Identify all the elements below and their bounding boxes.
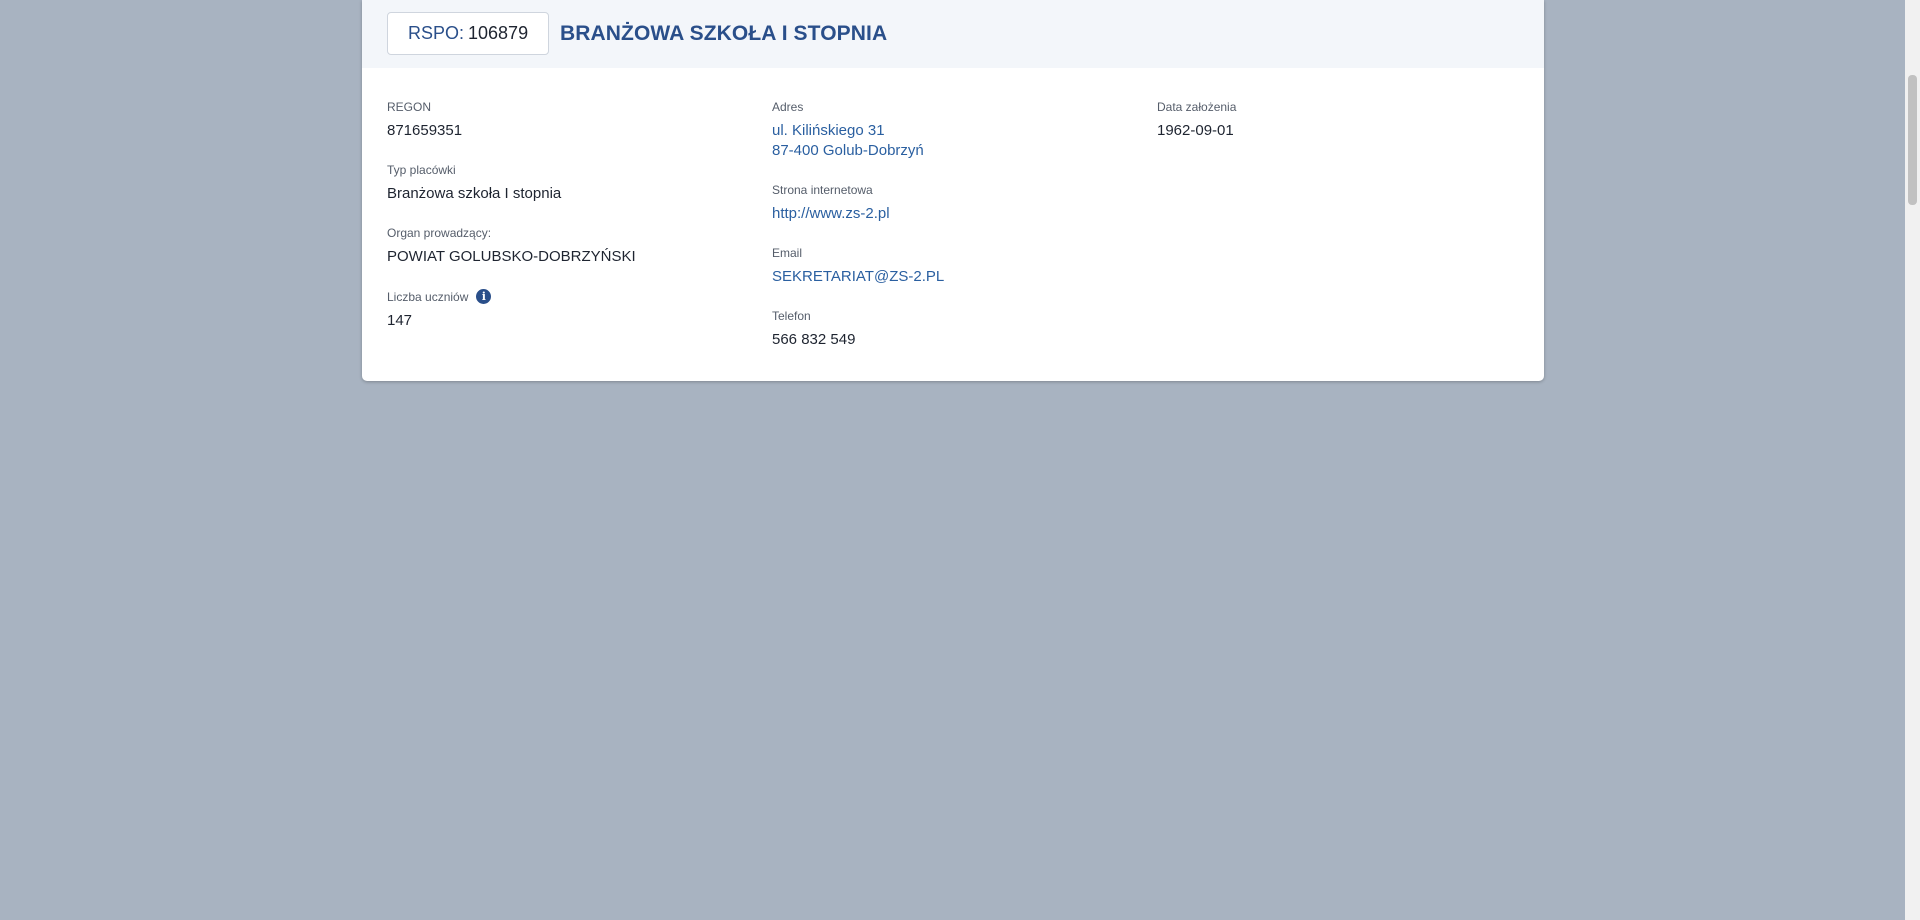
email-label: Email xyxy=(772,246,803,260)
liczba-uczniow-field: Liczba uczniów i 147 xyxy=(387,289,492,331)
organ-prowadzacy-value: POWIAT GOLUBSKO-DOBRZYŃSKI xyxy=(387,248,636,265)
strona-link[interactable]: http://www.zs-2.pl xyxy=(772,204,890,224)
school-title: BRANŻOWA SZKOŁA I STOPNIA xyxy=(560,22,888,45)
regon-value: 871659351 xyxy=(387,122,463,139)
school-details-card: RSPO: 106879 BRANŻOWA SZKOŁA I STOPNIA R… xyxy=(362,0,1544,381)
email-link[interactable]: SEKRETARIAT@ZS-2.PL xyxy=(772,267,944,287)
telefon-field: Telefon 566 832 549 xyxy=(772,309,855,350)
typ-placowki-field: Typ placówki Branżowa szkoła I stopnia xyxy=(387,163,561,204)
typ-placowki-label: Typ placówki xyxy=(387,163,456,177)
data-zalozenia-field: Data założenia 1962-09-01 xyxy=(1157,100,1236,141)
liczba-uczniow-label: Liczba uczniów xyxy=(387,289,469,304)
strona-field: Strona internetowa http://www.zs-2.pl xyxy=(772,183,890,224)
card-header: RSPO: 106879 BRANŻOWA SZKOŁA I STOPNIA xyxy=(362,0,1544,68)
page: RSPO: 106879 BRANŻOWA SZKOŁA I STOPNIA R… xyxy=(0,0,1920,920)
regon-field: REGON 871659351 xyxy=(387,100,462,141)
scrollbar-thumb[interactable] xyxy=(1908,75,1917,205)
data-zalozenia-value: 1962-09-01 xyxy=(1157,122,1234,139)
info-icon[interactable]: i xyxy=(476,289,492,304)
adres-link[interactable]: ul. Kilińskiego 31 87-400 Golub-Dobrzyń xyxy=(772,121,924,161)
vertical-scrollbar[interactable] xyxy=(1905,0,1920,920)
email-field: Email SEKRETARIAT@ZS-2.PL xyxy=(772,246,944,287)
typ-placowki-value: Branżowa szkoła I stopnia xyxy=(387,185,562,202)
rspo-badge: RSPO: 106879 xyxy=(387,12,550,55)
rspo-label: RSPO: xyxy=(408,23,465,43)
strona-label: Strona internetowa xyxy=(772,183,873,197)
telefon-label: Telefon xyxy=(772,309,811,323)
liczba-uczniow-value: 147 xyxy=(387,312,413,329)
liczba-uczniow-label-row: Liczba uczniów i xyxy=(387,289,492,304)
adres-line-1: ul. Kilińskiego 31 xyxy=(772,122,885,139)
data-zalozenia-label: Data założenia xyxy=(1157,100,1237,114)
adres-label: Adres xyxy=(772,100,804,114)
telefon-value: 566 832 549 xyxy=(772,331,856,348)
regon-label: REGON xyxy=(387,100,432,114)
organ-prowadzacy-label: Organ prowadzący: xyxy=(387,226,492,240)
adres-field: Adres ul. Kilińskiego 31 87-400 Golub-Do… xyxy=(772,100,924,161)
rspo-value: 106879 xyxy=(468,23,529,43)
organ-prowadzacy-field: Organ prowadzący: POWIAT GOLUBSKO-DOBRZY… xyxy=(387,226,636,267)
adres-line-2: 87-400 Golub-Dobrzyń xyxy=(772,142,924,159)
